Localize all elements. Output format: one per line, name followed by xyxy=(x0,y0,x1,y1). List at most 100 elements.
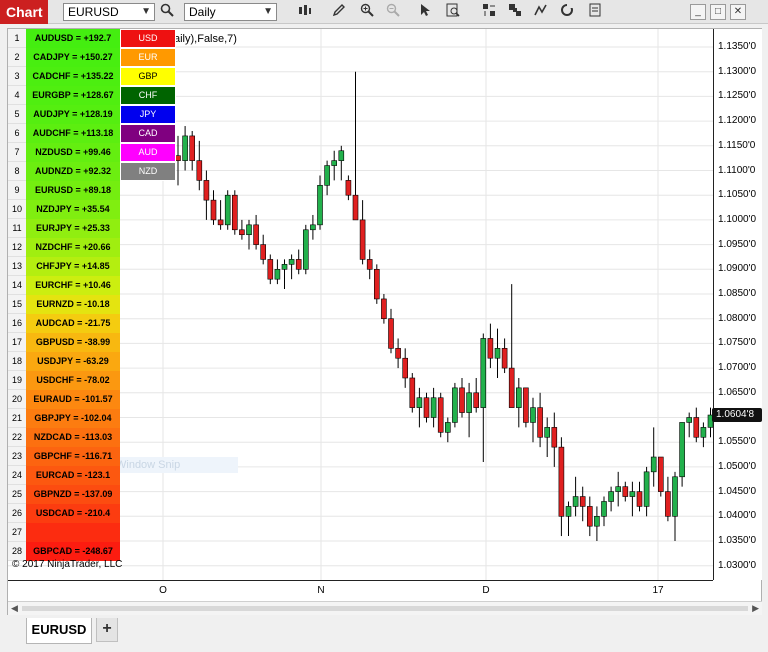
rank-row: 4 EURGBP = +128.67 xyxy=(8,86,120,105)
candle-body xyxy=(544,427,551,438)
zoom-in-icon[interactable] xyxy=(358,3,376,21)
minimize-button[interactable]: _ xyxy=(690,4,706,20)
rank-pair-value: GBPNZD = -137.09 xyxy=(26,485,120,504)
rank-number: 4 xyxy=(8,86,26,105)
candle-body xyxy=(508,367,515,408)
candle-body xyxy=(615,486,622,492)
candle-body xyxy=(288,259,295,265)
rank-number: 6 xyxy=(8,124,26,143)
price-tick-label: 1.1100'0 xyxy=(718,164,756,176)
rank-number: 21 xyxy=(8,409,26,428)
candle-body xyxy=(650,456,657,473)
time-axis[interactable]: O N D 17 xyxy=(8,580,713,601)
options-icon[interactable] xyxy=(586,3,604,21)
price-tick-label: 1.0850'0 xyxy=(718,288,757,299)
rank-number: 2 xyxy=(8,48,26,67)
instrument-value: EURUSD xyxy=(68,5,119,19)
strategies-icon[interactable] xyxy=(506,3,524,21)
add-tab-button[interactable]: + xyxy=(96,618,118,642)
zoom-out-icon[interactable] xyxy=(384,3,402,21)
candle-body xyxy=(665,491,671,517)
rank-number: 10 xyxy=(8,200,26,219)
drawing-tools-icon[interactable] xyxy=(532,3,550,21)
candle-body xyxy=(565,506,572,517)
horizontal-scrollbar[interactable]: ◀ ▶ xyxy=(8,601,762,615)
rank-pair-value: CADJPY = +150.27 xyxy=(26,48,120,67)
rank-pair-value: AUDUSD = +192.7 xyxy=(26,29,120,48)
rank-pair-value: EURAUD = -101.57 xyxy=(26,390,120,409)
rank-number: 14 xyxy=(8,276,26,295)
price-tick-label: 1.0900'0 xyxy=(718,263,757,275)
candle-body xyxy=(530,407,536,423)
price-tick-label: 1.0350'0 xyxy=(718,535,757,546)
currency-jpy: JPY xyxy=(120,105,176,124)
candle-body xyxy=(338,150,345,161)
rank-number: 1 xyxy=(8,29,26,48)
candle-body xyxy=(515,387,522,408)
pointer-icon[interactable] xyxy=(416,3,434,21)
rank-number: 7 xyxy=(8,143,26,162)
rank-number: 27 xyxy=(8,523,26,542)
price-tick-label: 1.0450'0 xyxy=(718,485,757,497)
rank-row: 22 NZDCAD = -113.03 xyxy=(8,428,120,447)
rank-row: 8 AUDNZD = +92.32 xyxy=(8,162,120,181)
tab-eurusd[interactable]: EURUSD xyxy=(26,618,92,644)
rank-pair-value: NZDJPY = +35.54 xyxy=(26,200,120,219)
candle-body xyxy=(274,269,281,280)
bar-type-icon[interactable] xyxy=(296,3,314,21)
rank-number: 25 xyxy=(8,485,26,504)
close-button[interactable]: ✕ xyxy=(730,4,746,20)
interval-selector[interactable]: Daily ▼ xyxy=(184,3,277,21)
rank-row: 13 CHFJPY = +14.85 xyxy=(8,257,120,276)
rank-row: 20 EURAUD = -101.57 xyxy=(8,390,120,409)
candle-body xyxy=(239,229,245,236)
maximize-button[interactable]: □ xyxy=(710,4,726,20)
price-tick-label: 1.1300'0 xyxy=(718,65,757,77)
candle-body xyxy=(175,155,181,161)
candle-body xyxy=(196,160,203,181)
pencil-icon[interactable] xyxy=(330,3,348,21)
price-area[interactable]: aily),False,7) Window Snip 1 AUDUSD = +19… xyxy=(8,29,713,580)
scroll-left-icon[interactable]: ◀ xyxy=(11,603,18,614)
candle-body xyxy=(253,224,259,245)
candle-body xyxy=(224,194,231,226)
candle-body xyxy=(579,496,586,507)
candle-body xyxy=(558,446,565,517)
candle-body xyxy=(381,298,387,320)
search-icon[interactable] xyxy=(158,3,176,21)
rank-row: 14 EURCHF = +10.46 xyxy=(8,276,120,295)
scrollbar-thumb[interactable] xyxy=(22,606,748,611)
copyright-label: © 2017 NinjaTrader, LLC xyxy=(12,559,123,570)
chart-window: Chart EURUSD ▼ Daily ▼ _ □ ✕ aily),False… xyxy=(0,0,768,652)
price-axis[interactable]: 1.1350'0 1.1300'0 1.1250'0 1.1200'0 1.1150'0… xyxy=(712,29,762,580)
rank-number: 11 xyxy=(8,219,26,238)
rank-number: 3 xyxy=(8,67,26,86)
candle-body xyxy=(217,219,224,226)
rank-row: 25 GBPNZD = -137.09 xyxy=(8,485,120,504)
candle-body xyxy=(452,387,458,423)
scroll-right-icon[interactable]: ▶ xyxy=(752,603,759,614)
reload-icon[interactable] xyxy=(558,3,576,21)
candle-body xyxy=(679,422,685,478)
price-tick-label: 1.0650'0 xyxy=(718,386,757,398)
price-tick-label: 1.0800'0 xyxy=(718,312,757,324)
rank-pair-value: AUDNZD = +92.32 xyxy=(26,162,120,181)
rank-pair-value: AUDCHF = +113.18 xyxy=(26,124,120,143)
candle-body xyxy=(189,135,195,161)
rank-row: 5 AUDJPY = +128.19 xyxy=(8,105,120,124)
properties-icon[interactable] xyxy=(444,3,462,21)
rank-row: 24 EURCAD = -123.1 xyxy=(8,466,120,485)
currency-chf: CHF xyxy=(120,86,176,105)
candle-body xyxy=(295,259,302,270)
instrument-selector[interactable]: EURUSD ▼ xyxy=(63,3,155,21)
rank-pair-value: GBPCHF = -116.71 xyxy=(26,447,120,466)
candle-body xyxy=(437,397,444,433)
rank-number: 20 xyxy=(8,390,26,409)
rank-row: 12 NZDCHF = +20.66 xyxy=(8,238,120,257)
indicators-icon[interactable] xyxy=(480,3,498,21)
rank-pair-value: EURCHF = +10.46 xyxy=(26,276,120,295)
rank-number: 12 xyxy=(8,238,26,257)
rank-number: 17 xyxy=(8,333,26,352)
last-price-marker: 1.0604'8 xyxy=(712,408,762,423)
candle-body xyxy=(608,491,614,502)
